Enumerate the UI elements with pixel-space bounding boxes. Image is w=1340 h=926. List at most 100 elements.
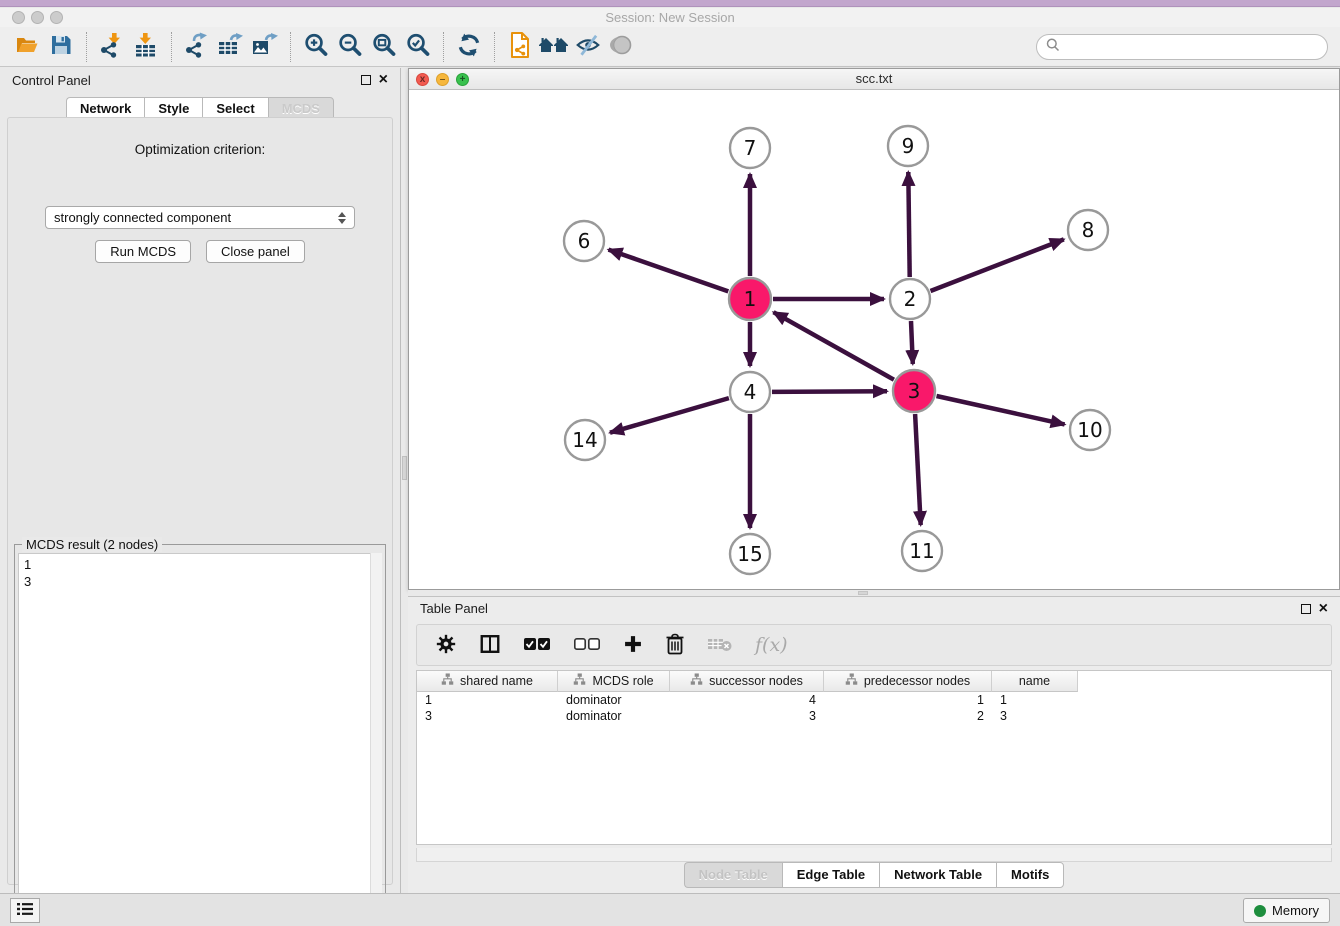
cell-successor-nodes[interactable]: 4 [670, 692, 824, 708]
task-history-button[interactable] [10, 898, 40, 923]
graph-node-7[interactable]: 7 [730, 128, 770, 168]
zoom-out-button[interactable] [333, 31, 367, 63]
splitter-handle[interactable] [858, 591, 868, 595]
edge-3-1[interactable] [774, 312, 894, 380]
node-label: 4 [744, 380, 757, 404]
zoom-selected-button[interactable] [401, 31, 435, 63]
edge-4-3[interactable] [772, 391, 887, 392]
edge-4-14[interactable] [610, 398, 729, 433]
cell-predecessor-nodes[interactable]: 2 [824, 708, 992, 724]
toolbar-separator [171, 32, 172, 62]
vertical-splitter[interactable] [400, 68, 408, 893]
result-scrollbar[interactable] [370, 553, 382, 923]
export-network-button[interactable] [180, 31, 214, 63]
export-image-button[interactable] [248, 31, 282, 63]
float-panel-icon[interactable] [1301, 604, 1311, 614]
cell-name[interactable]: 3 [992, 708, 1078, 724]
select-all-rows-button[interactable] [523, 636, 551, 655]
table-body: 1dominator4113dominator323 [417, 692, 1331, 724]
float-panel-icon[interactable] [361, 75, 371, 85]
network-close-button[interactable]: x [416, 73, 429, 86]
open-file-button[interactable] [10, 31, 44, 63]
cell-mcds-role[interactable]: dominator [558, 692, 670, 708]
edge-3-11[interactable] [915, 414, 921, 525]
edge-2-3[interactable] [911, 321, 913, 364]
network-window-titlebar[interactable]: x – + scc.txt [409, 69, 1339, 90]
tab-motifs[interactable]: Motifs [996, 862, 1064, 888]
delete-table-button[interactable] [707, 635, 733, 656]
open-session-file-button[interactable] [503, 31, 537, 63]
table-hscrollbar[interactable] [416, 848, 1332, 862]
tab-edge-table[interactable]: Edge Table [782, 862, 879, 888]
graph-node-4[interactable]: 4 [730, 372, 770, 412]
import-table-button[interactable] [129, 31, 163, 63]
network-minimize-button[interactable]: – [436, 73, 449, 86]
cell-successor-nodes[interactable]: 3 [670, 708, 824, 724]
optimization-dropdown[interactable]: strongly connected component [45, 206, 355, 229]
memory-button[interactable]: Memory [1243, 898, 1330, 923]
edge-1-6[interactable] [609, 250, 729, 292]
chevron-updown-icon [338, 212, 346, 224]
column-header-predecessor-nodes[interactable]: predecessor nodes [824, 671, 992, 692]
graph-node-3[interactable]: 3 [893, 370, 935, 412]
tab-node-table[interactable]: Node Table [684, 862, 782, 888]
graph-node-11[interactable]: 11 [902, 531, 942, 571]
edge-3-10[interactable] [937, 396, 1065, 424]
node-label: 1 [744, 287, 757, 311]
render-detail-button[interactable] [605, 31, 639, 63]
mcds-result-lines[interactable]: 13 [18, 553, 382, 923]
window-minimize-button[interactable] [31, 11, 44, 24]
home-layout-button[interactable] [537, 31, 571, 63]
column-header-name[interactable]: name [992, 671, 1078, 692]
run-mcds-button[interactable]: Run MCDS [95, 240, 191, 263]
network-canvas[interactable]: 1 2 3 4 6 7 8 9 10 11 14 15 [409, 90, 1339, 589]
node-table[interactable]: shared nameMCDS rolesuccessor nodesprede… [416, 670, 1332, 845]
export-table-button[interactable] [214, 31, 248, 63]
save-session-button[interactable] [44, 31, 78, 63]
cell-shared-name[interactable]: 3 [417, 708, 558, 724]
cell-name[interactable]: 1 [992, 692, 1078, 708]
cell-shared-name[interactable]: 1 [417, 692, 558, 708]
graph-node-10[interactable]: 10 [1070, 410, 1110, 450]
cell-predecessor-nodes[interactable]: 1 [824, 692, 992, 708]
network-graph[interactable]: 1 2 3 4 6 7 8 9 10 11 14 15 [409, 90, 1339, 589]
tab-network-table[interactable]: Network Table [879, 862, 996, 888]
function-builder-button[interactable]: f(x) [755, 634, 788, 656]
close-panel-icon[interactable]: × [1319, 604, 1328, 614]
column-header-shared-name[interactable]: shared name [417, 671, 558, 692]
edge-2-9[interactable] [908, 172, 909, 277]
close-panel-button[interactable]: Close panel [206, 240, 305, 263]
zoom-fit-button[interactable] [367, 31, 401, 63]
graph-node-15[interactable]: 15 [730, 534, 770, 574]
splitter-handle[interactable] [402, 456, 407, 480]
cell-mcds-role[interactable]: dominator [558, 708, 670, 724]
search-input[interactable] [1061, 37, 1327, 57]
mcds-result-title: MCDS result (2 nodes) [22, 537, 162, 552]
add-column-button[interactable] [623, 634, 643, 657]
delete-columns-button[interactable] [665, 633, 685, 658]
window-close-button[interactable] [12, 11, 25, 24]
network-zoom-button[interactable]: + [456, 73, 469, 86]
window-zoom-button[interactable] [50, 11, 63, 24]
column-header-mcds-role[interactable]: MCDS role [558, 671, 670, 692]
zoom-in-button[interactable] [299, 31, 333, 63]
graph-node-1[interactable]: 1 [729, 278, 771, 320]
refresh-view-button[interactable] [452, 31, 486, 63]
table-row[interactable]: 3dominator323 [417, 708, 1331, 724]
trash-icon [665, 633, 685, 658]
import-network-button[interactable] [95, 31, 129, 63]
graph-node-6[interactable]: 6 [564, 221, 604, 261]
settings-gear-button[interactable] [435, 633, 457, 658]
show-hide-graphics-button[interactable] [571, 31, 605, 63]
table-row[interactable]: 1dominator411 [417, 692, 1331, 708]
graph-node-8[interactable]: 8 [1068, 210, 1108, 250]
column-selector-button[interactable] [479, 633, 501, 658]
graph-node-9[interactable]: 9 [888, 126, 928, 166]
deselect-all-rows-button[interactable] [573, 636, 601, 655]
edge-2-8[interactable] [931, 239, 1064, 291]
export-table-icon [217, 32, 245, 61]
graph-node-2[interactable]: 2 [890, 279, 930, 319]
graph-node-14[interactable]: 14 [565, 420, 605, 460]
close-panel-icon[interactable]: × [379, 75, 388, 85]
column-header-successor-nodes[interactable]: successor nodes [670, 671, 824, 692]
